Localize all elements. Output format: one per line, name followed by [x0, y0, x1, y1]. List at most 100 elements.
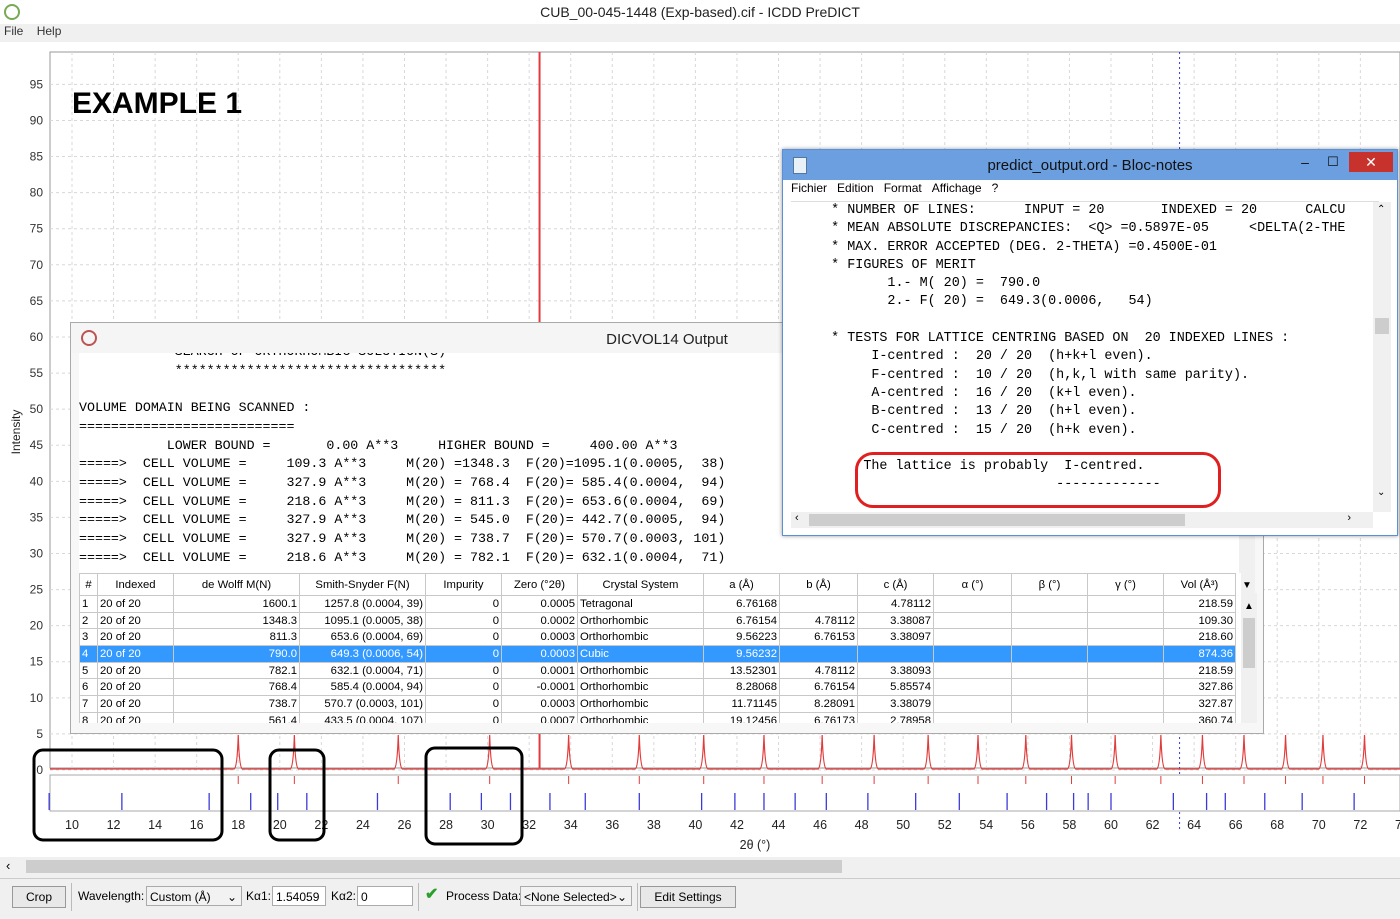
table-cell: 20 of 20: [97, 661, 174, 680]
column-header[interactable]: #: [79, 573, 98, 596]
close-icon[interactable]: ✕: [1349, 152, 1393, 172]
ka1-field[interactable]: 1.54059: [272, 886, 326, 906]
process-select[interactable]: <None Selected> ⌄: [520, 886, 632, 906]
ka2-field[interactable]: 0: [357, 886, 413, 906]
table-cell: [1087, 661, 1164, 680]
table-cell: 20 of 20: [97, 645, 174, 663]
table-cell: 0: [425, 645, 502, 663]
scroll-thumb[interactable]: [1375, 318, 1389, 334]
y-tick-label: 10: [30, 691, 44, 705]
maximize-icon[interactable]: ☐: [1323, 154, 1343, 172]
x-tick-label: 56: [1021, 818, 1035, 832]
column-header[interactable]: α (°): [933, 573, 1012, 596]
x-tick-label: 18: [231, 818, 245, 832]
edit-settings-button[interactable]: Edit Settings: [640, 886, 736, 908]
column-header[interactable]: Smith-Snyder F(N): [299, 573, 426, 596]
table-cell: 561.4: [173, 711, 300, 723]
x-tick-label: 62: [1146, 818, 1160, 832]
notepad-menu: Fichier Edition Format Affichage?: [791, 181, 1391, 201]
table-cell: [1087, 628, 1164, 647]
column-header[interactable]: de Wolff M(N): [173, 573, 300, 596]
divider: [71, 883, 72, 911]
wavelength-label: Wavelength:: [78, 889, 145, 903]
table-row[interactable]: 3 20 of 20 811.3 653.6 (0.0004, 69) 0 0.0003 O…: [79, 628, 1236, 647]
column-header[interactable]: Crystal System: [577, 573, 704, 596]
column-header[interactable]: β (°): [1011, 573, 1088, 596]
scroll-right-icon[interactable]: ›: [1347, 512, 1351, 524]
menu-help[interactable]: Help: [37, 24, 62, 38]
divider: [637, 883, 638, 911]
scroll-left-icon[interactable]: ‹: [795, 512, 799, 524]
notepad-line: 1.- M( 20) = 790.0: [791, 276, 1041, 292]
table-cell: 0: [425, 595, 502, 613]
scroll-thumb[interactable]: [809, 514, 1185, 526]
scroll-left-icon[interactable]: ‹: [6, 858, 10, 873]
table-row[interactable]: 6 20 of 20 768.4 585.4 (0.0004, 94) 0 -0.0001…: [79, 678, 1236, 697]
scroll-up-icon[interactable]: ⌃: [1377, 204, 1385, 215]
table-cell: 811.3: [173, 628, 300, 647]
table-cell: 218.59: [1163, 661, 1236, 680]
tick-strip: [49, 774, 1400, 812]
table-cell: 2: [79, 611, 98, 630]
notepad-menu-item[interactable]: ?: [992, 181, 999, 195]
column-header[interactable]: b (Å): [779, 573, 858, 596]
table-cell: 0.0002: [501, 611, 578, 630]
scroll-thumb[interactable]: [26, 860, 842, 873]
x-tick-label: 12: [107, 818, 121, 832]
table-row[interactable]: 8 20 of 20 561.4 433.5 (0.0004, 107) 0 0.0007…: [79, 711, 1236, 723]
ka1-label: Kα1:: [246, 889, 271, 903]
column-header[interactable]: Impurity: [425, 573, 502, 596]
table-scrollbar[interactable]: ▲: [1241, 593, 1257, 723]
menu-file[interactable]: File: [4, 24, 23, 38]
notepad-vscroll[interactable]: ⌃ ⌄: [1373, 202, 1391, 512]
table-row[interactable]: 7 20 of 20 738.7 570.7 (0.0003, 101) 0 0.0003…: [79, 695, 1236, 713]
notepad-menu-item[interactable]: Affichage: [932, 181, 982, 195]
scroll-down-icon[interactable]: ▼: [1242, 580, 1252, 591]
notepad-menu-item[interactable]: Format: [884, 181, 922, 195]
plot-hscroll[interactable]: ‹: [0, 857, 1400, 877]
scroll-down-icon[interactable]: ⌄: [1377, 487, 1385, 498]
scroll-up-icon[interactable]: ▲: [1244, 601, 1254, 612]
table-row[interactable]: 5 20 of 20 782.1 632.1 (0.0004, 71) 0 0.0001 O…: [79, 661, 1236, 680]
table-cell: 4: [79, 645, 98, 663]
table-cell: 20 of 20: [97, 595, 174, 613]
y-tick-label: 70: [30, 258, 44, 272]
x-tick-label: 48: [855, 818, 869, 832]
table-cell: 768.4: [173, 678, 300, 697]
table-row[interactable]: 2 20 of 20 1348.3 1095.1 (0.0005, 38) 0 0.000…: [79, 611, 1236, 630]
table-cell: 9.56232: [703, 645, 780, 663]
x-tick-label: 44: [772, 818, 786, 832]
y-tick-label: 50: [30, 402, 44, 416]
y-tick-label: 5: [36, 727, 43, 741]
process-label: Process Data:: [446, 889, 522, 903]
column-header[interactable]: γ (°): [1087, 573, 1164, 596]
column-header[interactable]: Vol (Å³): [1163, 573, 1236, 596]
results-table[interactable]: # Indexed de Wolff M(N) Smith-Snyder F(N) Im…: [79, 573, 1236, 723]
x-tick-label: 28: [439, 818, 453, 832]
notepad-hscroll[interactable]: ‹ ›: [791, 512, 1373, 528]
column-header[interactable]: c (Å): [857, 573, 934, 596]
column-header[interactable]: Indexed: [97, 573, 174, 596]
notepad-menu-item[interactable]: Fichier: [791, 181, 827, 195]
x-tick-label: 54: [979, 818, 993, 832]
notepad-line: I-centred : 20 / 20 (h+k+l even).: [791, 349, 1153, 365]
y-tick-label: 40: [30, 474, 44, 488]
table-cell: 1: [79, 595, 98, 613]
notepad-line: * MAX. ERROR ACCEPTED (DEG. 2-THETA) =0.…: [791, 239, 1217, 255]
table-row[interactable]: 1 20 of 20 1600.1 1257.8 (0.0004, 39) 0 0.000…: [79, 595, 1236, 613]
table-cell: 0.0003: [501, 645, 578, 663]
notepad-menu-item[interactable]: Edition: [837, 181, 874, 195]
crop-button[interactable]: Crop: [12, 886, 66, 908]
column-header[interactable]: Zero (°2θ): [501, 573, 578, 596]
column-header[interactable]: a (Å): [703, 573, 780, 596]
scroll-thumb[interactable]: [1243, 618, 1255, 668]
x-tick-label: 30: [481, 818, 495, 832]
wavelength-select[interactable]: Custom (Å) ⌄: [146, 886, 242, 906]
table-cell: 790.0: [173, 645, 300, 663]
y-tick-label: 45: [30, 438, 44, 452]
table-row[interactable]: 4 20 of 20 790.0 649.3 (0.0006, 54) 0 0.0003 C…: [79, 645, 1236, 663]
minimize-icon[interactable]: –: [1295, 154, 1315, 172]
x-tick-label: 26: [398, 818, 412, 832]
table-cell: 738.7: [173, 695, 300, 713]
status-bar: Crop Wavelength: Custom (Å) ⌄ Kα1: 1.540…: [0, 878, 1400, 919]
